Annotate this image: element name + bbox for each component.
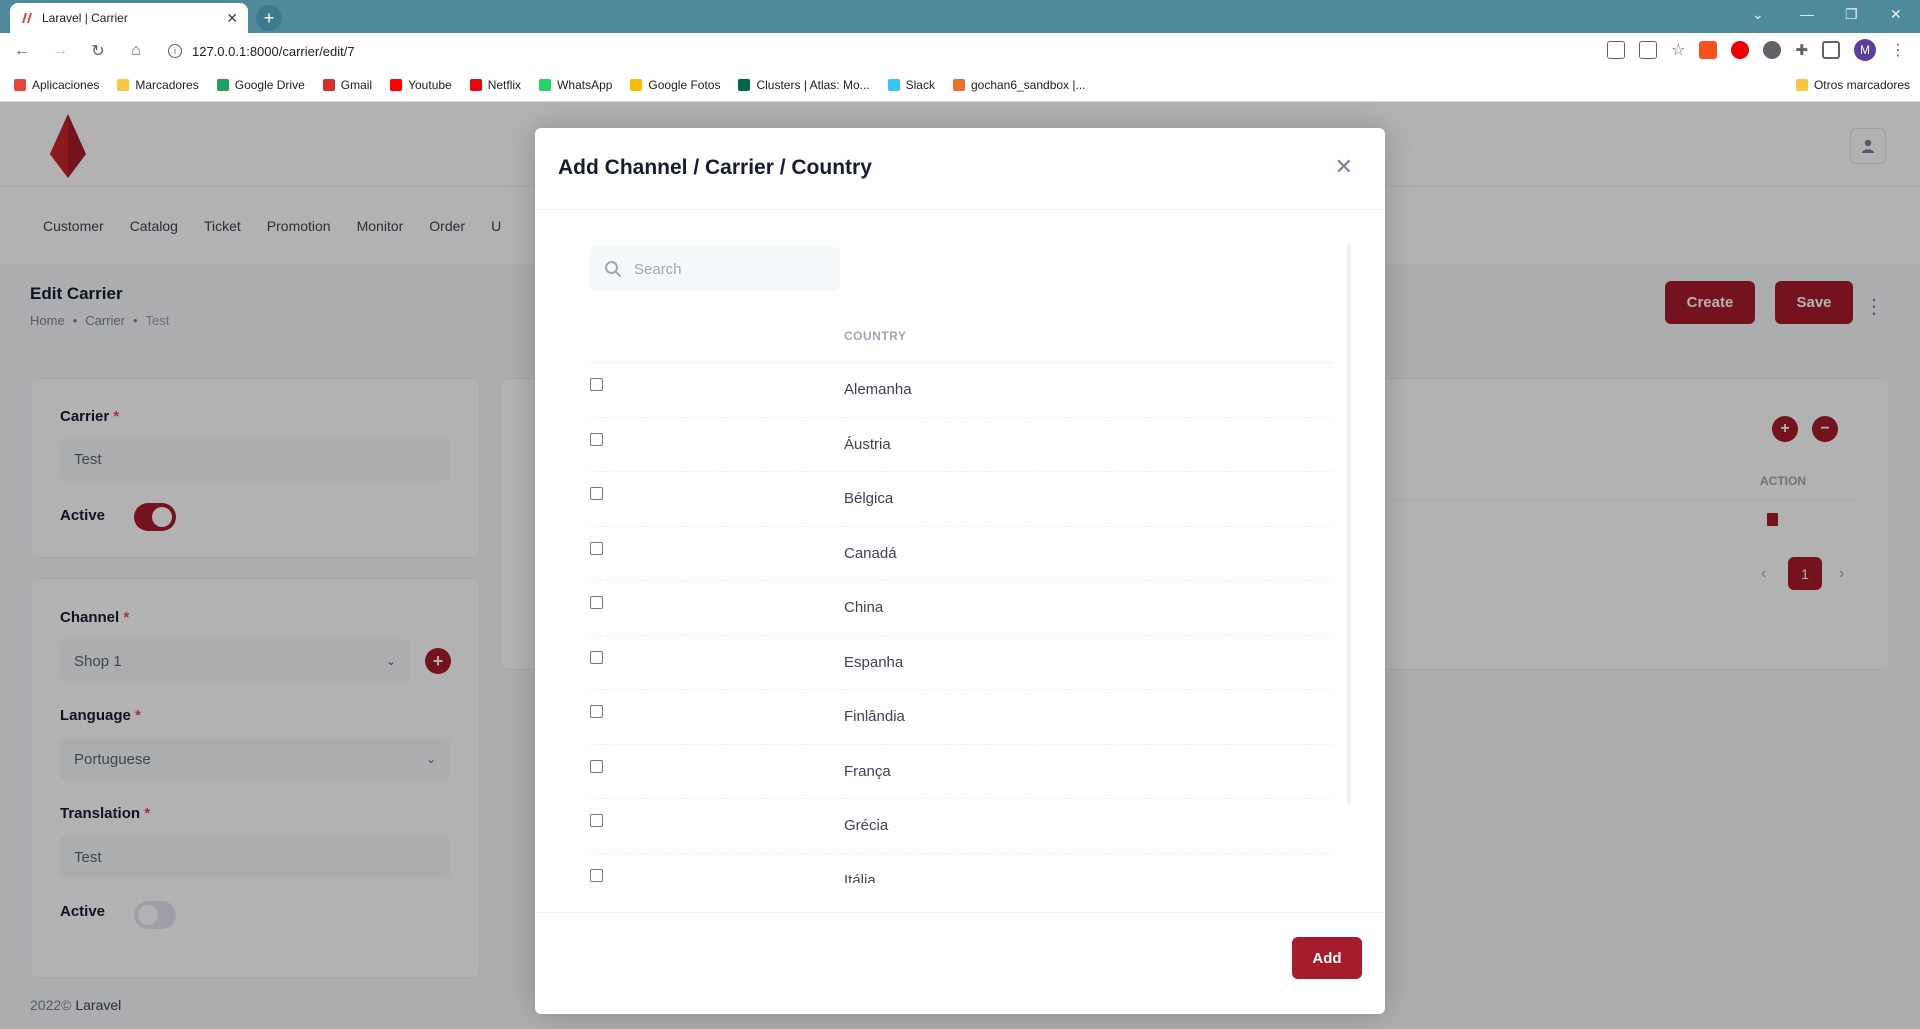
laravel-favicon-icon	[20, 11, 34, 25]
country-name: Finlândia	[844, 708, 905, 725]
country-name: França	[844, 762, 891, 780]
bookmark-icon	[14, 79, 26, 91]
minimize-icon[interactable]: —	[1800, 6, 1814, 22]
country-row: Grécia	[590, 799, 1332, 854]
bookmark-icon	[117, 79, 130, 91]
bookmark-icon	[952, 79, 965, 91]
search-input[interactable]	[634, 260, 824, 278]
bookmark-item[interactable]: WhatsApp	[539, 78, 612, 92]
browser-nav-bar: ← → ↻ ⌂ i 127.0.0.1:8000/carrier/edit/7 …	[0, 33, 1920, 69]
profile-avatar[interactable]: M	[1854, 39, 1876, 61]
bookmark-icon	[390, 79, 403, 91]
new-tab-button[interactable]: +	[256, 5, 282, 31]
country-name: Bélgica	[844, 490, 894, 507]
bookmark-icon	[539, 79, 552, 91]
bookmark-icon	[322, 79, 335, 91]
country-checkbox[interactable]	[590, 596, 603, 609]
country-name: Áustria	[844, 435, 891, 453]
extension-gear-icon[interactable]	[1763, 41, 1782, 59]
bookmark-item[interactable]: Aplicaciones	[14, 78, 99, 92]
country-row: Finlândia	[590, 690, 1332, 745]
country-checkbox[interactable]	[590, 487, 603, 500]
country-row: Áustria	[590, 418, 1332, 472]
country-row: França	[590, 745, 1332, 799]
address-bar[interactable]: i 127.0.0.1:8000/carrier/edit/7	[168, 37, 355, 65]
share-icon[interactable]	[1639, 41, 1658, 59]
bookmark-item[interactable]: Netflix	[469, 78, 521, 92]
country-name: Alemanha	[844, 381, 912, 398]
bookmark-icon	[887, 79, 900, 91]
extension-orange-icon[interactable]	[1699, 41, 1718, 59]
add-country-modal: Add Channel / Carrier / Country ✕ COUNTR…	[535, 128, 1385, 1014]
bookmark-item[interactable]: Slack	[887, 78, 935, 92]
bookmark-item[interactable]: gochan6_sandbox |...	[952, 78, 1086, 92]
close-window-icon[interactable]: ✕	[1890, 6, 1902, 23]
tab-title: Laravel | Carrier	[42, 11, 128, 25]
bookmarks-bar: Aplicaciones Marcadores Google Drive Gmail Y…	[0, 69, 1920, 102]
translate-icon[interactable]	[1607, 41, 1626, 59]
bookmark-item[interactable]: Google Drive	[216, 78, 305, 92]
country-checkbox[interactable]	[590, 650, 603, 664]
search-box	[590, 247, 840, 291]
other-bookmarks[interactable]: Otros marcadores	[1795, 78, 1910, 92]
url-text: 127.0.0.1:8000/carrier/edit/7	[192, 43, 355, 59]
restore-icon[interactable]: ❐	[1845, 6, 1858, 23]
country-checkbox[interactable]	[590, 814, 603, 827]
side-panel-icon[interactable]	[1822, 41, 1840, 59]
country-row: China	[590, 581, 1332, 636]
tab-search-icon[interactable]: ⌄	[1752, 6, 1764, 23]
country-row: Espanha	[590, 636, 1332, 690]
country-column-header: COUNTRY	[844, 329, 907, 343]
extensions-puzzle-icon[interactable]: ✚	[1795, 41, 1808, 59]
back-icon[interactable]: ←	[10, 42, 34, 60]
country-name: Espanha	[844, 653, 904, 671]
modal-title: Add Channel / Carrier / Country	[558, 156, 872, 179]
country-row: Itália	[590, 854, 1332, 884]
home-icon[interactable]: ⌂	[124, 42, 148, 60]
bookmark-star-icon[interactable]: ☆	[1671, 40, 1685, 60]
close-tab-icon[interactable]: ✕	[226, 10, 238, 27]
browser-tab-bar: Laravel | Carrier ✕ + ⌄ — ❐ ✕	[0, 0, 1920, 33]
bookmark-item[interactable]: Marcadores	[117, 78, 199, 92]
country-list: Alemanha Áustria Bélgica Canadá China Espanha…	[590, 363, 1332, 883]
country-checkbox[interactable]	[590, 378, 603, 391]
country-name: Canadá	[844, 544, 897, 562]
close-icon[interactable]: ✕	[1335, 154, 1353, 180]
bookmark-icon	[738, 79, 751, 91]
browser-menu-icon[interactable]: ⋮	[1890, 40, 1906, 60]
site-info-icon[interactable]: i	[168, 44, 182, 58]
bookmark-item[interactable]: Gmail	[322, 78, 372, 92]
country-checkbox[interactable]	[590, 541, 603, 555]
bookmark-item[interactable]: Clusters | Atlas: Mo...	[738, 78, 870, 92]
search-icon	[605, 261, 621, 277]
country-checkbox[interactable]	[590, 759, 603, 773]
country-row: Bélgica	[590, 472, 1332, 527]
forward-icon[interactable]: →	[48, 42, 72, 60]
list-scrollbar[interactable]	[1347, 244, 1351, 804]
extension-red-icon[interactable]	[1731, 41, 1750, 59]
modal-header: Add Channel / Carrier / Country ✕	[535, 128, 1385, 210]
reload-icon[interactable]: ↻	[86, 41, 110, 61]
browser-tab[interactable]: Laravel | Carrier ✕	[10, 3, 248, 33]
country-checkbox[interactable]	[590, 868, 603, 882]
country-name: Grécia	[844, 817, 889, 834]
country-row: Canadá	[590, 527, 1332, 581]
add-button[interactable]: Add	[1292, 937, 1362, 979]
folder-icon	[1795, 79, 1808, 91]
country-name: Itália	[844, 871, 876, 884]
bookmark-icon	[216, 79, 229, 91]
bookmark-item[interactable]: Youtube	[390, 78, 452, 92]
bookmark-icon	[630, 79, 643, 91]
country-checkbox[interactable]	[590, 432, 603, 446]
country-name: China	[844, 599, 884, 616]
country-row: Alemanha	[590, 363, 1332, 418]
bookmark-icon	[469, 79, 482, 91]
bookmark-item[interactable]: Google Fotos	[630, 78, 720, 92]
country-checkbox[interactable]	[590, 705, 603, 718]
